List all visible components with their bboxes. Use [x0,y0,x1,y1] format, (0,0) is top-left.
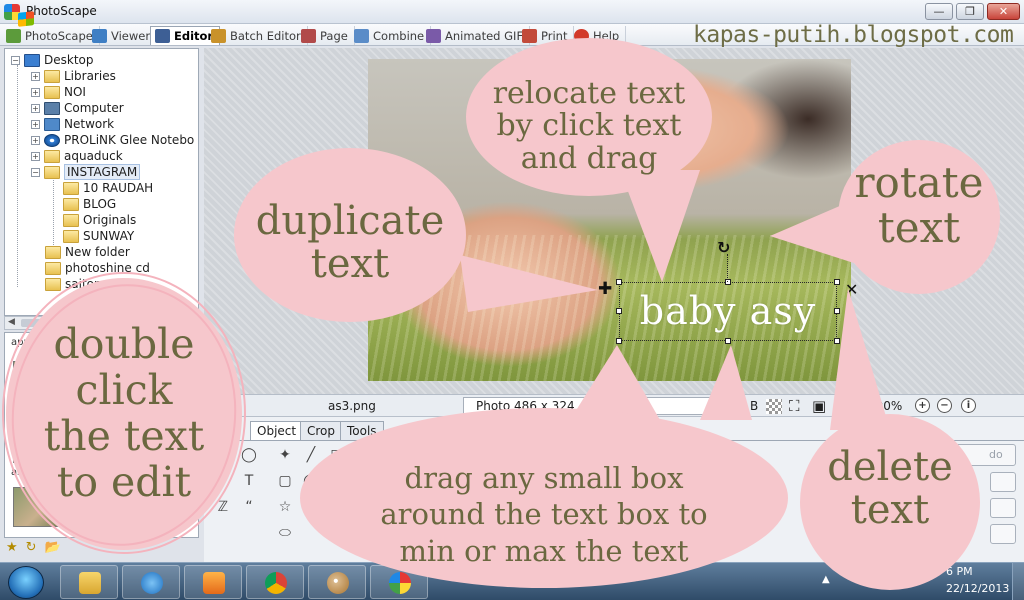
callout-line: duplicate [255,198,445,244]
callout-line: double [53,320,195,368]
duplicate-pointer [460,255,598,312]
delete-callout: delete text [800,444,980,534]
callout-line: text [310,241,390,288]
callout-line: click [75,365,173,414]
callout-line: around the text box to [380,497,708,532]
callout-line: and drag [520,140,658,176]
relocate-callout: relocate text by click text and drag [476,76,702,176]
delete-pointer [830,288,890,430]
callout-line: to edit [56,457,192,506]
resize-callout: drag any small box around the text box t… [300,460,788,569]
callout-line: text [850,487,930,534]
callout-line: relocate text [492,76,686,111]
callout-line: text [877,203,961,253]
resize-pointer-right [700,345,752,420]
callout-line: rotate [854,158,984,207]
rotate-callout: rotate text [840,160,998,251]
callout-line: by click text [496,108,682,144]
duplicate-callout: duplicate text [234,198,466,288]
callout-line: delete [827,444,953,490]
double-click-callout: double click the text to edit [14,320,234,506]
callout-line: drag any small box [404,461,684,495]
callout-line: min or max the text [399,533,689,568]
callout-line: the text [43,411,205,460]
